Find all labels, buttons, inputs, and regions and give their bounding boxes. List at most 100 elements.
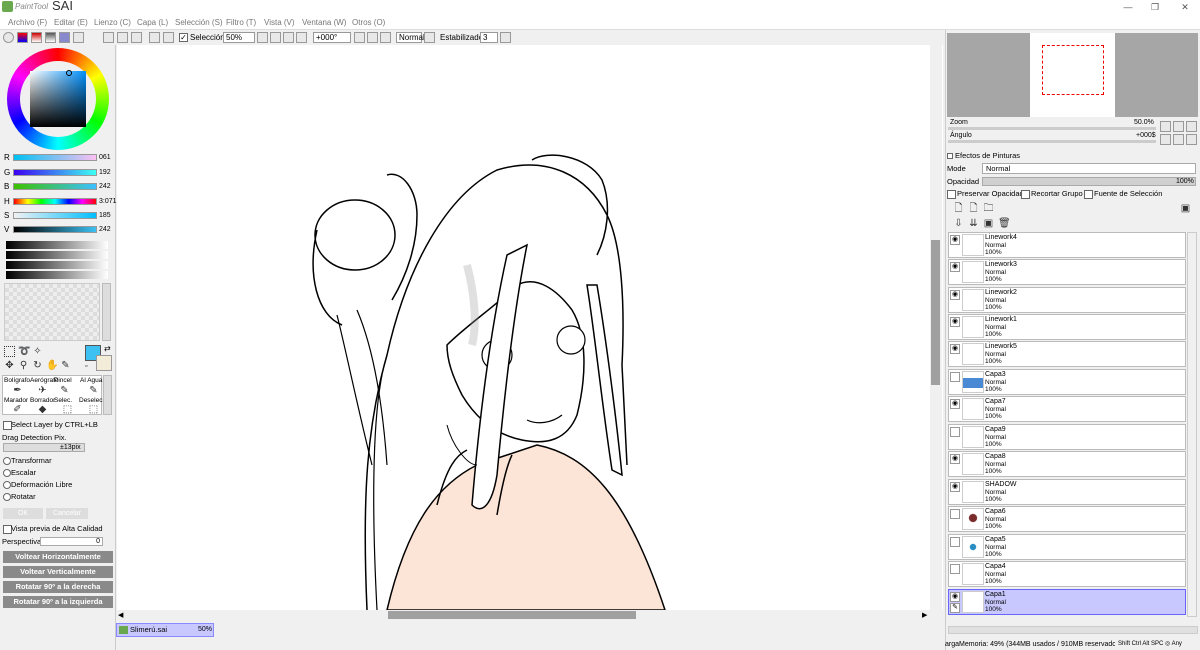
h-slider[interactable] <box>13 198 97 205</box>
visibility-eye-icon[interactable] <box>950 509 960 519</box>
undo-icon[interactable] <box>149 32 160 43</box>
layer-list-scrollbar[interactable] <box>1187 232 1197 617</box>
canvas[interactable] <box>117 45 943 611</box>
zoom-out-icon[interactable] <box>270 32 281 43</box>
minimize-button[interactable]: — <box>1118 0 1138 14</box>
hand-tool-icon[interactable]: ✋ <box>46 360 58 371</box>
zoom-field[interactable]: 50% <box>223 32 255 43</box>
move-tool-icon[interactable]: ✥ <box>4 360 15 371</box>
radio-escalar[interactable] <box>3 469 11 477</box>
rgb-slider-icon[interactable] <box>17 32 28 43</box>
new-layer-icon[interactable]: 🗋 <box>953 203 964 214</box>
nav-rotate-right-icon[interactable] <box>1173 134 1184 145</box>
secondary-color-swatch[interactable] <box>96 355 112 371</box>
selection-checkbox[interactable]: ✓ <box>179 33 188 42</box>
radio-deformacion[interactable] <box>3 481 11 489</box>
gray-ramp-1[interactable] <box>6 241 108 249</box>
nav-zoom-in-icon[interactable] <box>1186 121 1197 132</box>
menu-filtro[interactable]: Filtro (T) <box>226 16 256 29</box>
rotate-right-icon[interactable] <box>367 32 378 43</box>
opacity-slider[interactable] <box>982 177 1196 186</box>
visibility-eye-icon[interactable]: ◉ <box>950 344 960 354</box>
cancel-button[interactable]: Cancelar <box>46 508 88 519</box>
ok-button[interactable]: OK <box>3 508 43 519</box>
layer-clear-icon[interactable]: ⇊ <box>968 218 979 229</box>
layer-merge-icon[interactable]: ⇩ <box>953 218 964 229</box>
maximize-button[interactable]: ❐ <box>1145 0 1165 14</box>
new-linework-layer-icon[interactable]: 🗋 <box>968 203 979 214</box>
brush-pincel[interactable]: Pincel <box>54 377 72 385</box>
g-slider[interactable] <box>13 169 97 176</box>
eyedropper-tool-icon[interactable]: ✎ <box>60 360 71 371</box>
zoom-reset-icon[interactable] <box>296 32 307 43</box>
menu-capa[interactable]: Capa (L) <box>137 16 168 29</box>
menu-vista[interactable]: Vista (V) <box>264 16 295 29</box>
stabilizer-dropdown-icon[interactable] <box>500 32 511 43</box>
gray-ramp-2[interactable] <box>6 251 108 259</box>
visibility-eye-icon[interactable]: ◉ <box>950 454 960 464</box>
angle-slider[interactable] <box>948 140 1156 143</box>
radio-transformar[interactable] <box>3 457 11 465</box>
menu-archivo[interactable]: Archivo (F) <box>8 16 47 29</box>
new-folder-icon[interactable]: 🗀 <box>983 203 994 214</box>
delete-layer-icon[interactable]: 🗑 <box>998 218 1011 229</box>
mode-select[interactable]: Normal <box>982 163 1196 174</box>
rotation-field[interactable]: +000° <box>313 32 351 43</box>
scratchpad-scrollbar[interactable] <box>102 283 111 341</box>
rotate-left-icon[interactable] <box>354 32 365 43</box>
canvas-vertical-scroll-thumb[interactable] <box>931 240 940 385</box>
gray-ramp-3[interactable] <box>6 261 108 269</box>
scroll-right-icon[interactable]: ▶ <box>922 611 927 619</box>
menu-seleccion[interactable]: Selección (S) <box>175 16 223 29</box>
menu-lienzo[interactable]: Lienzo (C) <box>94 16 131 29</box>
flip-view-icon[interactable] <box>424 32 435 43</box>
layer-menu-icon[interactable]: ▣ <box>1180 203 1191 214</box>
s-slider[interactable] <box>13 212 97 219</box>
canvas-horizontal-scroll-thumb[interactable] <box>388 611 636 619</box>
visibility-eye-icon[interactable]: ◉ <box>950 290 960 300</box>
radio-rotatar[interactable] <box>3 493 11 501</box>
visibility-eye-icon[interactable] <box>950 372 960 382</box>
saturation-value-square[interactable] <box>30 71 86 127</box>
brush-al-agua[interactable]: Al Agua <box>80 377 102 385</box>
swatches-icon[interactable] <box>59 32 70 43</box>
selection-source-checkbox[interactable] <box>1084 190 1093 199</box>
gray-ramp-4[interactable] <box>6 271 108 279</box>
blend-mode-field[interactable]: Normal <box>396 32 425 43</box>
visibility-eye-icon[interactable]: ◉ <box>950 592 960 602</box>
nav-rotate-left-icon[interactable] <box>1160 134 1171 145</box>
visibility-eye-icon[interactable]: ◉ <box>950 262 960 272</box>
stabilizer-field[interactable]: 3 <box>480 32 498 43</box>
rotate-left-button[interactable]: Rotatar 90º a la izquierda <box>3 596 113 608</box>
rotate-reset-icon[interactable] <box>380 32 391 43</box>
color-wheel-icon[interactable] <box>3 32 14 43</box>
gray-slider-icon[interactable] <box>45 32 56 43</box>
navigator-view-frame[interactable] <box>1042 45 1104 95</box>
layer-fill-icon[interactable]: ▣ <box>983 218 994 229</box>
visibility-eye-icon[interactable]: ◉ <box>950 317 960 327</box>
scratchpad-area[interactable] <box>4 283 100 341</box>
effects-expand-icon[interactable] <box>947 153 953 159</box>
hsv-slider-icon[interactable] <box>31 32 42 43</box>
flip-horizontal-button[interactable]: Voltear Horizontalmente <box>3 551 113 563</box>
dropdown-toggle-icon[interactable] <box>103 32 114 43</box>
visibility-eye-icon[interactable] <box>950 564 960 574</box>
visibility-eye-icon[interactable]: ◉ <box>950 399 960 409</box>
menu-editar[interactable]: Editar (E) <box>54 16 88 29</box>
flip-vertical-button[interactable]: Voltear Verticalmente <box>3 566 113 578</box>
layer-horizontal-scrollbar[interactable] <box>948 626 1198 634</box>
scroll-left-icon[interactable]: ◀ <box>118 611 123 619</box>
clip-group-checkbox[interactable] <box>1021 190 1030 199</box>
menu-ventana[interactable]: Ventana (W) <box>302 16 346 29</box>
zoom-fit-icon[interactable] <box>257 32 268 43</box>
perspective-field[interactable]: 0 <box>40 537 103 546</box>
nav-zoom-out-icon[interactable] <box>1173 121 1184 132</box>
brush-panel-scrollbar[interactable] <box>103 375 112 415</box>
menu-otros[interactable]: Otros (O) <box>352 16 385 29</box>
zoom-in-icon[interactable] <box>283 32 294 43</box>
transparent-color-icon[interactable]: ▫ <box>85 363 87 370</box>
selection-tool-icon[interactable] <box>4 346 15 357</box>
nav-rotate-reset-icon[interactable] <box>1186 134 1197 145</box>
b-slider[interactable] <box>13 183 97 190</box>
deselect-icon[interactable] <box>117 32 128 43</box>
